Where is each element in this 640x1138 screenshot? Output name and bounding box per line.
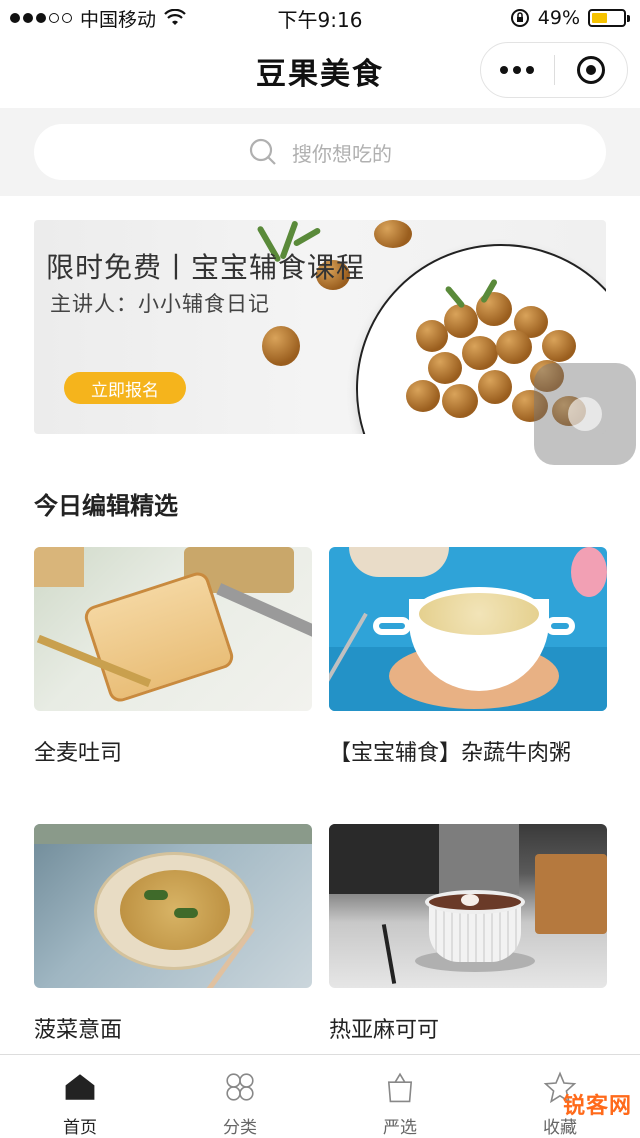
bag-icon xyxy=(387,1072,413,1103)
signal-icon xyxy=(10,13,72,23)
search-placeholder: 搜你想吃的 xyxy=(292,141,392,166)
tab-label: 严选 xyxy=(383,1118,417,1138)
home-icon xyxy=(65,1074,95,1100)
recipe-card[interactable]: 【宝宝辅食】杂蔬牛肉粥 xyxy=(329,547,607,767)
recipe-title: 【宝宝辅食】杂蔬牛肉粥 xyxy=(329,741,572,766)
recipe-title: 菠菜意面 xyxy=(34,1018,123,1043)
battery-icon xyxy=(588,9,630,27)
section-title: 今日编辑精选 xyxy=(34,492,178,520)
carrier-label: 中国移动 xyxy=(80,8,157,31)
clock: 下午9:16 xyxy=(277,7,363,32)
watermark: 锐客网 xyxy=(562,1094,632,1119)
battery-percent: 49% xyxy=(537,7,580,29)
recipe-card[interactable]: 全麦吐司 xyxy=(34,547,312,767)
category-icon xyxy=(226,1073,254,1101)
toast-image xyxy=(34,547,312,711)
tab-category[interactable]: 分类 xyxy=(160,1055,320,1138)
cocoa-image xyxy=(329,824,607,988)
floating-assistive-button[interactable] xyxy=(534,363,636,465)
page-title: 豆果美食 xyxy=(256,57,384,92)
bottom-tab-bar: 首页 分类 严选 收藏 xyxy=(0,1054,640,1138)
banner-title: 限时免费丨宝宝辅食课程 xyxy=(46,251,366,284)
status-bar: 中国移动 下午9:16 49% xyxy=(0,0,640,36)
wifi-icon xyxy=(164,9,186,25)
tab-home[interactable]: 首页 xyxy=(0,1055,160,1138)
search-icon xyxy=(249,138,276,165)
mini-program-capsule xyxy=(480,42,628,98)
tab-selection[interactable]: 严选 xyxy=(320,1055,480,1138)
search-input[interactable]: 搜你想吃的 xyxy=(34,124,606,180)
more-dots-icon xyxy=(500,66,509,74)
promo-banner[interactable]: 限时免费丨宝宝辅食课程 主讲人：小小辅食日记 立即报名 xyxy=(34,220,606,434)
recipe-card[interactable]: 热亚麻可可 xyxy=(329,824,607,1044)
orientation-lock-icon xyxy=(510,9,529,27)
close-mini-program-button[interactable] xyxy=(555,56,628,84)
congee-image xyxy=(329,547,607,711)
search-area: 搜你想吃的 xyxy=(0,108,640,196)
recipe-title: 热亚麻可可 xyxy=(329,1018,440,1043)
signup-button[interactable]: 立即报名 xyxy=(64,372,186,404)
recipe-title: 全麦吐司 xyxy=(34,741,123,766)
target-icon xyxy=(576,56,605,84)
tab-label: 首页 xyxy=(63,1118,97,1138)
pasta-image xyxy=(34,824,312,988)
banner-subtitle: 主讲人：小小辅食日记 xyxy=(50,292,270,316)
navigation-bar: 豆果美食 xyxy=(0,36,640,106)
recipe-card[interactable]: 菠菜意面 xyxy=(34,824,312,1044)
tab-label: 分类 xyxy=(223,1118,257,1138)
more-menu-button[interactable] xyxy=(481,66,554,74)
